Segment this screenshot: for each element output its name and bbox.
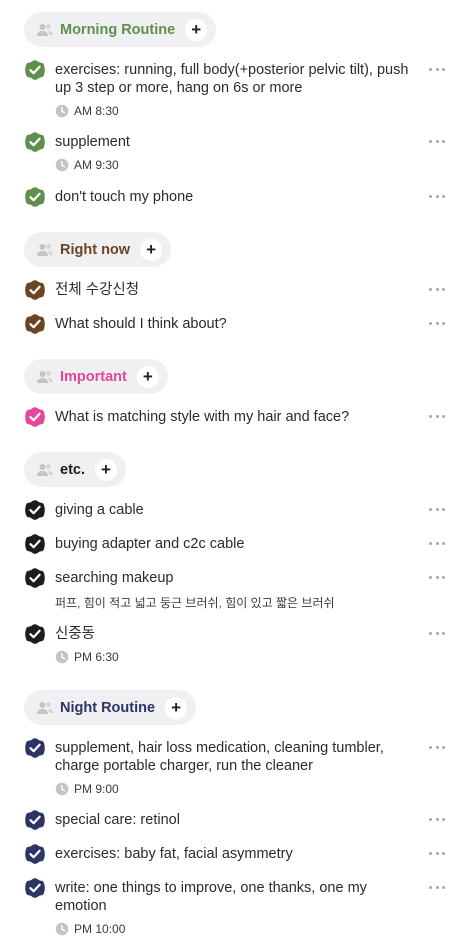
clock-icon	[55, 782, 69, 796]
group-title: Right now	[60, 241, 131, 258]
clock-icon	[55, 158, 69, 172]
checked-checkbox-icon[interactable]	[24, 131, 46, 153]
task-text[interactable]: exercises: baby fat, facial asymmetry	[55, 845, 415, 863]
task-text[interactable]: searching makeup	[55, 569, 415, 587]
task-text[interactable]: don't touch my phone	[55, 188, 415, 206]
checked-checkbox-icon[interactable]	[24, 313, 46, 335]
todo-list: Morning Routine + exercises: running, fu…	[0, 0, 467, 951]
checked-checkbox-icon[interactable]	[24, 279, 46, 301]
checked-checkbox-icon[interactable]	[24, 737, 46, 759]
add-task-plus-icon[interactable]: +	[140, 238, 163, 261]
task-text[interactable]: supplement	[55, 133, 415, 151]
checked-checkbox-icon[interactable]	[24, 843, 46, 865]
more-options-icon[interactable]	[429, 572, 445, 582]
checked-checkbox-icon[interactable]	[24, 877, 46, 899]
task-text[interactable]: write: one things to improve, one thanks…	[55, 879, 415, 915]
task-time-label: AM 9:30	[74, 158, 119, 172]
group-title: etc.	[60, 461, 85, 478]
more-options-icon[interactable]	[429, 848, 445, 858]
more-options-icon[interactable]	[429, 538, 445, 548]
people-icon	[36, 699, 54, 717]
task-time: PM 6:30	[55, 650, 119, 664]
more-options-icon[interactable]	[429, 284, 445, 294]
people-icon	[36, 461, 54, 479]
task-text[interactable]: exercises: running, full body(+posterior…	[55, 61, 415, 97]
task-text[interactable]: supplement, hair loss medication, cleani…	[55, 739, 415, 775]
more-options-icon[interactable]	[429, 504, 445, 514]
task-time-label: PM 10:00	[74, 922, 126, 936]
group-title: Morning Routine	[60, 21, 176, 38]
add-task-plus-icon[interactable]: +	[136, 365, 159, 388]
task-time: AM 9:30	[55, 158, 119, 172]
group-header-etc[interactable]: etc. +	[24, 452, 126, 487]
people-icon	[36, 241, 54, 259]
checked-checkbox-icon[interactable]	[24, 59, 46, 81]
more-options-icon[interactable]	[429, 814, 445, 824]
task-text[interactable]: 신중동	[55, 625, 415, 643]
more-options-icon[interactable]	[429, 628, 445, 638]
more-options-icon[interactable]	[429, 64, 445, 74]
more-options-icon[interactable]	[429, 742, 445, 752]
task-time-label: PM 6:30	[74, 650, 119, 664]
more-options-icon[interactable]	[429, 136, 445, 146]
task-text[interactable]: buying adapter and c2c cable	[55, 535, 415, 553]
group-header-morning-routine[interactable]: Morning Routine +	[24, 12, 217, 47]
people-icon	[36, 368, 54, 386]
group-header-right-now[interactable]: Right now +	[24, 232, 172, 267]
checked-checkbox-icon[interactable]	[24, 406, 46, 428]
add-task-plus-icon[interactable]: +	[95, 458, 117, 481]
checked-checkbox-icon[interactable]	[24, 809, 46, 831]
task-note: 퍼프, 힘이 적고 넓고 둥근 브러쉬, 힘이 있고 짧은 브러쉬	[55, 596, 335, 610]
task-text[interactable]: What is matching style with my hair and …	[55, 408, 415, 426]
clock-icon	[55, 650, 69, 664]
checked-checkbox-icon[interactable]	[24, 499, 46, 521]
clock-icon	[55, 922, 69, 936]
task-text[interactable]: special care: retinol	[55, 811, 415, 829]
task-text[interactable]: 전체 수강신청	[55, 281, 415, 299]
add-task-plus-icon[interactable]: +	[185, 18, 208, 41]
add-task-plus-icon[interactable]: +	[165, 696, 188, 719]
task-text[interactable]: What should I think about?	[55, 315, 415, 333]
task-time: PM 9:00	[55, 782, 119, 796]
clock-icon	[55, 104, 69, 118]
group-header-important[interactable]: Important +	[24, 359, 168, 394]
people-icon	[36, 21, 54, 39]
checked-checkbox-icon[interactable]	[24, 186, 46, 208]
checked-checkbox-icon[interactable]	[24, 623, 46, 645]
task-text[interactable]: giving a cable	[55, 501, 415, 519]
more-options-icon[interactable]	[429, 882, 445, 892]
group-title: Important	[60, 368, 127, 385]
more-options-icon[interactable]	[429, 411, 445, 421]
more-options-icon[interactable]	[429, 318, 445, 328]
group-title: Night Routine	[60, 699, 156, 716]
task-time-label: PM 9:00	[74, 782, 119, 796]
task-time: AM 8:30	[55, 104, 119, 118]
checked-checkbox-icon[interactable]	[24, 567, 46, 589]
task-time: PM 10:00	[55, 922, 125, 936]
group-header-night-routine[interactable]: Night Routine +	[24, 690, 197, 725]
task-time-label: AM 8:30	[74, 104, 119, 118]
more-options-icon[interactable]	[429, 191, 445, 201]
checked-checkbox-icon[interactable]	[24, 533, 46, 555]
